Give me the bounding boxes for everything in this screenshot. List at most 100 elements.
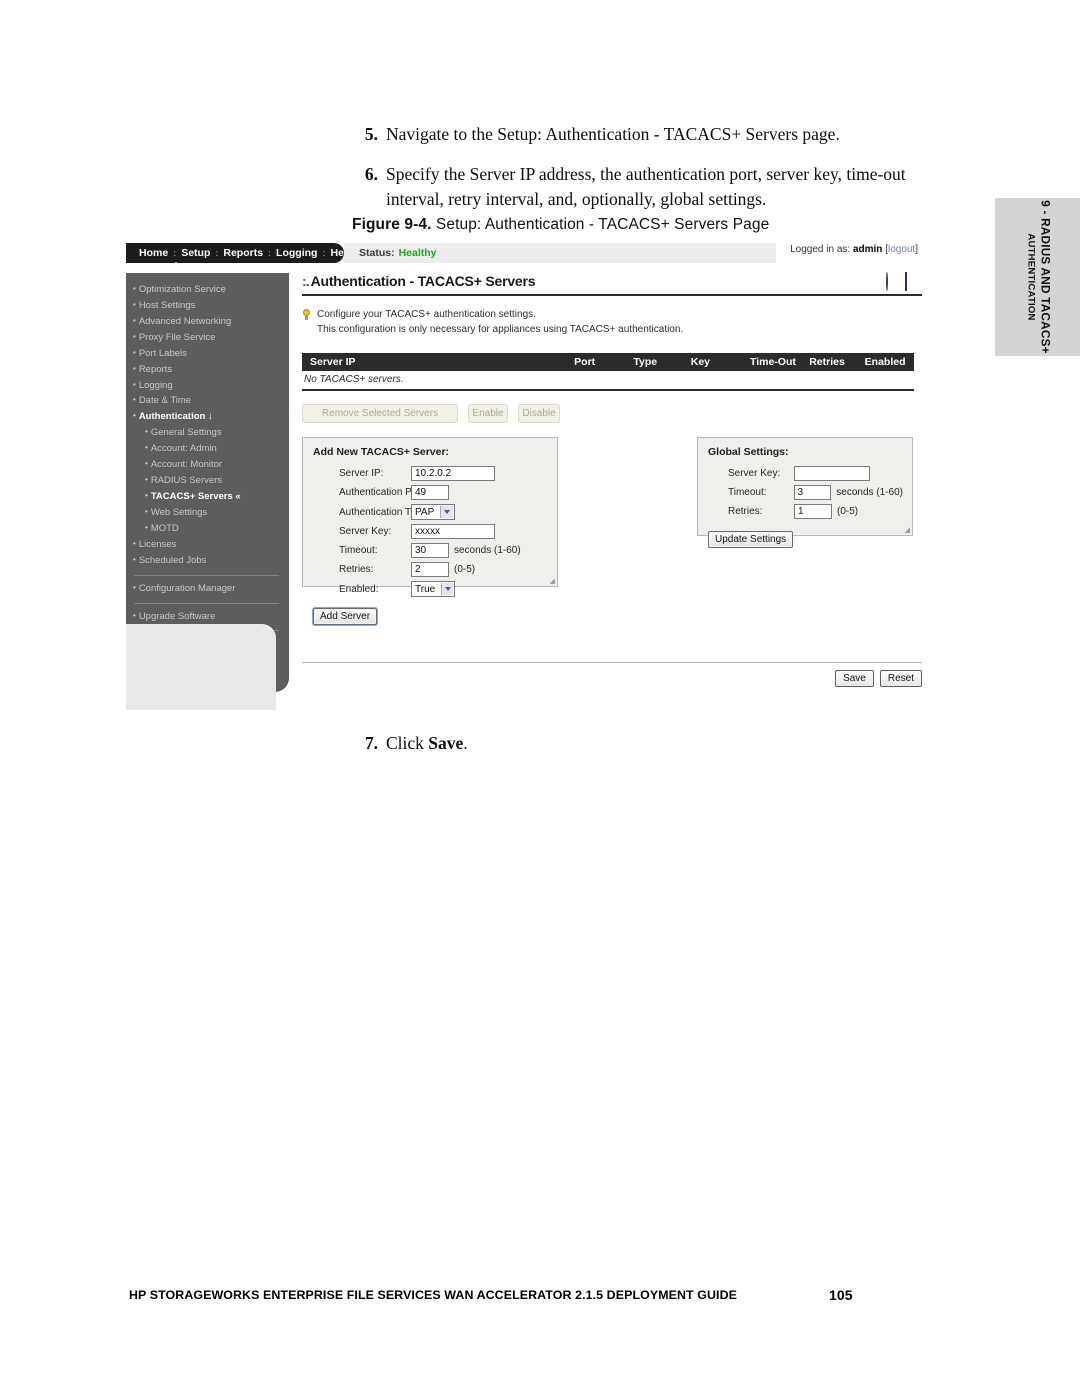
step-7: 7. Click Save. — [352, 731, 652, 756]
sidebar-item-port-labels[interactable]: Port Labels — [126, 346, 289, 362]
sidebar-item-logging[interactable]: Logging — [126, 378, 289, 394]
sidebar-item-motd[interactable]: MOTD — [126, 521, 289, 537]
selected-value: True — [415, 583, 436, 595]
top-navigation-bar: Home : Setup : Reports : Logging : Help — [126, 243, 353, 263]
footer-text: HP STORAGEWORKS ENTERPRISE FILE SERVICES… — [129, 1288, 738, 1302]
nav-item-logging[interactable]: Logging — [271, 247, 322, 259]
column-header-retries[interactable]: Retries — [801, 356, 856, 368]
logged-in-user: admin — [852, 244, 883, 255]
add-server-button[interactable]: Add Server — [311, 607, 379, 626]
status-bar: Status: Healthy — [344, 243, 776, 263]
page-hint: Configure your TACACS+ authentication se… — [302, 308, 922, 337]
step-6-text: Specify the Server IP address, the authe… — [386, 164, 906, 210]
step-5-text: Navigate to the Setup: Authentication - … — [386, 124, 840, 144]
hint-line-2: This configuration is only necessary for… — [317, 323, 684, 335]
title-divider — [302, 294, 922, 296]
remove-selected-servers-button[interactable]: Remove Selected Servers — [302, 404, 458, 423]
disable-button[interactable]: Disable — [518, 404, 560, 423]
field-label: Retries: — [339, 564, 374, 575]
column-header-type[interactable]: Type — [625, 356, 682, 368]
server-key-input[interactable] — [794, 466, 870, 481]
field-label: Server Key: — [339, 526, 392, 537]
logged-in-prefix: Logged in as: — [790, 244, 851, 255]
sidebar-item-configuration-manager[interactable]: Configuration Manager — [126, 581, 289, 597]
timeout-input[interactable]: 3 — [793, 485, 832, 500]
sidebar-item-general-settings[interactable]: General Settings — [126, 425, 289, 441]
sidebar-item-reports[interactable]: Reports — [126, 362, 289, 378]
sidebar-divider — [134, 602, 279, 604]
enabled-select[interactable]: True — [411, 581, 455, 597]
sidebar-item-account-admin[interactable]: Account: Admin — [126, 441, 289, 457]
chevron-down-icon[interactable] — [440, 506, 453, 518]
column-header-time-out[interactable]: Time-Out — [742, 356, 801, 368]
sidebar-item-tacacs-servers[interactable]: TACACS+ Servers « — [126, 489, 289, 505]
sidebar-item-host-settings[interactable]: Host Settings — [126, 298, 289, 314]
field-label: Server Key: — [728, 468, 781, 479]
form-footer-buttons: Save Reset — [835, 670, 922, 687]
field-label: Timeout: — [339, 545, 378, 556]
sidebar-item-radius-servers[interactable]: RADIUS Servers — [126, 473, 289, 489]
sidebar-item-optimization-service[interactable]: Optimization Service — [126, 282, 289, 298]
sidebar-item-proxy-file-service[interactable]: Proxy File Service — [126, 330, 289, 346]
add-panel-title: Add New TACACS+ Server: — [313, 446, 450, 458]
sidebar-item-authentication[interactable]: Authentication ↓ — [126, 409, 289, 425]
field-label: Server IP: — [339, 468, 384, 479]
column-header-key[interactable]: Key — [683, 356, 742, 368]
form-row: Timeout: 3 seconds (1-60) — [708, 485, 903, 500]
sidebar-item-date-time[interactable]: Date & Time — [126, 393, 289, 409]
step-5-number: 5. — [364, 124, 378, 144]
figure-caption: Figure 9-4. Setup: Authentication - TACA… — [352, 216, 769, 234]
column-header-server-ip[interactable]: Server IP — [302, 356, 566, 368]
server-key-input[interactable]: xxxxx — [411, 524, 495, 539]
form-row: Server Key: xxxxx — [313, 524, 548, 539]
reset-button[interactable]: Reset — [879, 670, 922, 687]
sidebar-item-upgrade-software[interactable]: Upgrade Software — [126, 609, 289, 625]
server-ip-input[interactable]: 10.2.0.2 — [411, 466, 495, 481]
step-7-bold: Save — [428, 733, 464, 753]
help-book-icon[interactable] — [905, 272, 920, 291]
field-label: Enabled: — [339, 583, 379, 595]
field-label: Authentication Port: — [339, 487, 427, 498]
sidebar-item-scheduled-jobs[interactable]: Scheduled Jobs — [126, 553, 289, 569]
figure-caption-text: Setup: Authentication - TACACS+ Servers … — [435, 216, 770, 233]
page-tools — [886, 272, 920, 291]
resize-grip-icon: ◢ — [904, 527, 910, 534]
sidebar-item-licenses[interactable]: Licenses — [126, 537, 289, 553]
sidebar-item-web-settings[interactable]: Web Settings — [126, 505, 289, 521]
page-number: 105 — [829, 1287, 853, 1303]
form-row: Enabled: True — [313, 581, 548, 597]
logout-link[interactable]: logout — [888, 244, 915, 255]
content-bottom-divider — [302, 662, 922, 663]
update-settings-button[interactable]: Update Settings — [708, 531, 794, 548]
add-new-tacacs-server-panel: Add New TACACS+ Server: Server IP: 10.2.0… — [302, 437, 558, 626]
field-suffix: (0-5) — [454, 564, 476, 575]
column-header-enabled[interactable]: Enabled — [857, 356, 914, 368]
retries-input[interactable]: 2 — [411, 562, 449, 577]
chapter-tab: 9 - RADIUS AND TACACS+ AUTHENTICATION — [995, 198, 1080, 356]
panels-row: Add New TACACS+ Server: Server IP: 10.2.0… — [302, 437, 922, 626]
nav-item-setup[interactable]: Setup — [176, 247, 215, 259]
sidebar-divider — [134, 574, 279, 576]
authentication-type-select[interactable]: PAP — [411, 504, 455, 520]
table-action-buttons: Remove Selected Servers Enable Disable — [302, 404, 922, 423]
retries-input[interactable]: 1 — [794, 504, 832, 519]
chevron-down-icon[interactable] — [441, 583, 453, 595]
field-label: Authentication Type: — [339, 506, 430, 518]
step-6: 6. Specify the Server IP address, the au… — [352, 162, 962, 213]
step-7-post: . — [463, 733, 468, 753]
save-button[interactable]: Save — [835, 670, 874, 687]
enable-button[interactable]: Enable — [468, 404, 508, 423]
sidebar-item-advanced-networking[interactable]: Advanced Networking — [126, 314, 289, 330]
field-suffix: seconds (1-60) — [836, 487, 903, 498]
global-settings-panel: Global Settings: Server Key: Timeout: 3 sec… — [697, 437, 913, 548]
authentication-port-input[interactable]: 49 — [411, 485, 449, 500]
nav-item-reports[interactable]: Reports — [218, 247, 268, 259]
print-icon[interactable] — [886, 272, 901, 291]
timeout-input[interactable]: 30 — [411, 543, 449, 558]
global-panel-title: Global Settings: — [708, 446, 789, 458]
page-title: :. Authentication - TACACS+ Servers — [302, 273, 922, 294]
nav-item-home[interactable]: Home — [134, 247, 173, 259]
sidebar-footer-panel — [126, 624, 276, 710]
sidebar-item-account-monitor[interactable]: Account: Monitor — [126, 457, 289, 473]
column-header-port[interactable]: Port — [566, 356, 625, 368]
